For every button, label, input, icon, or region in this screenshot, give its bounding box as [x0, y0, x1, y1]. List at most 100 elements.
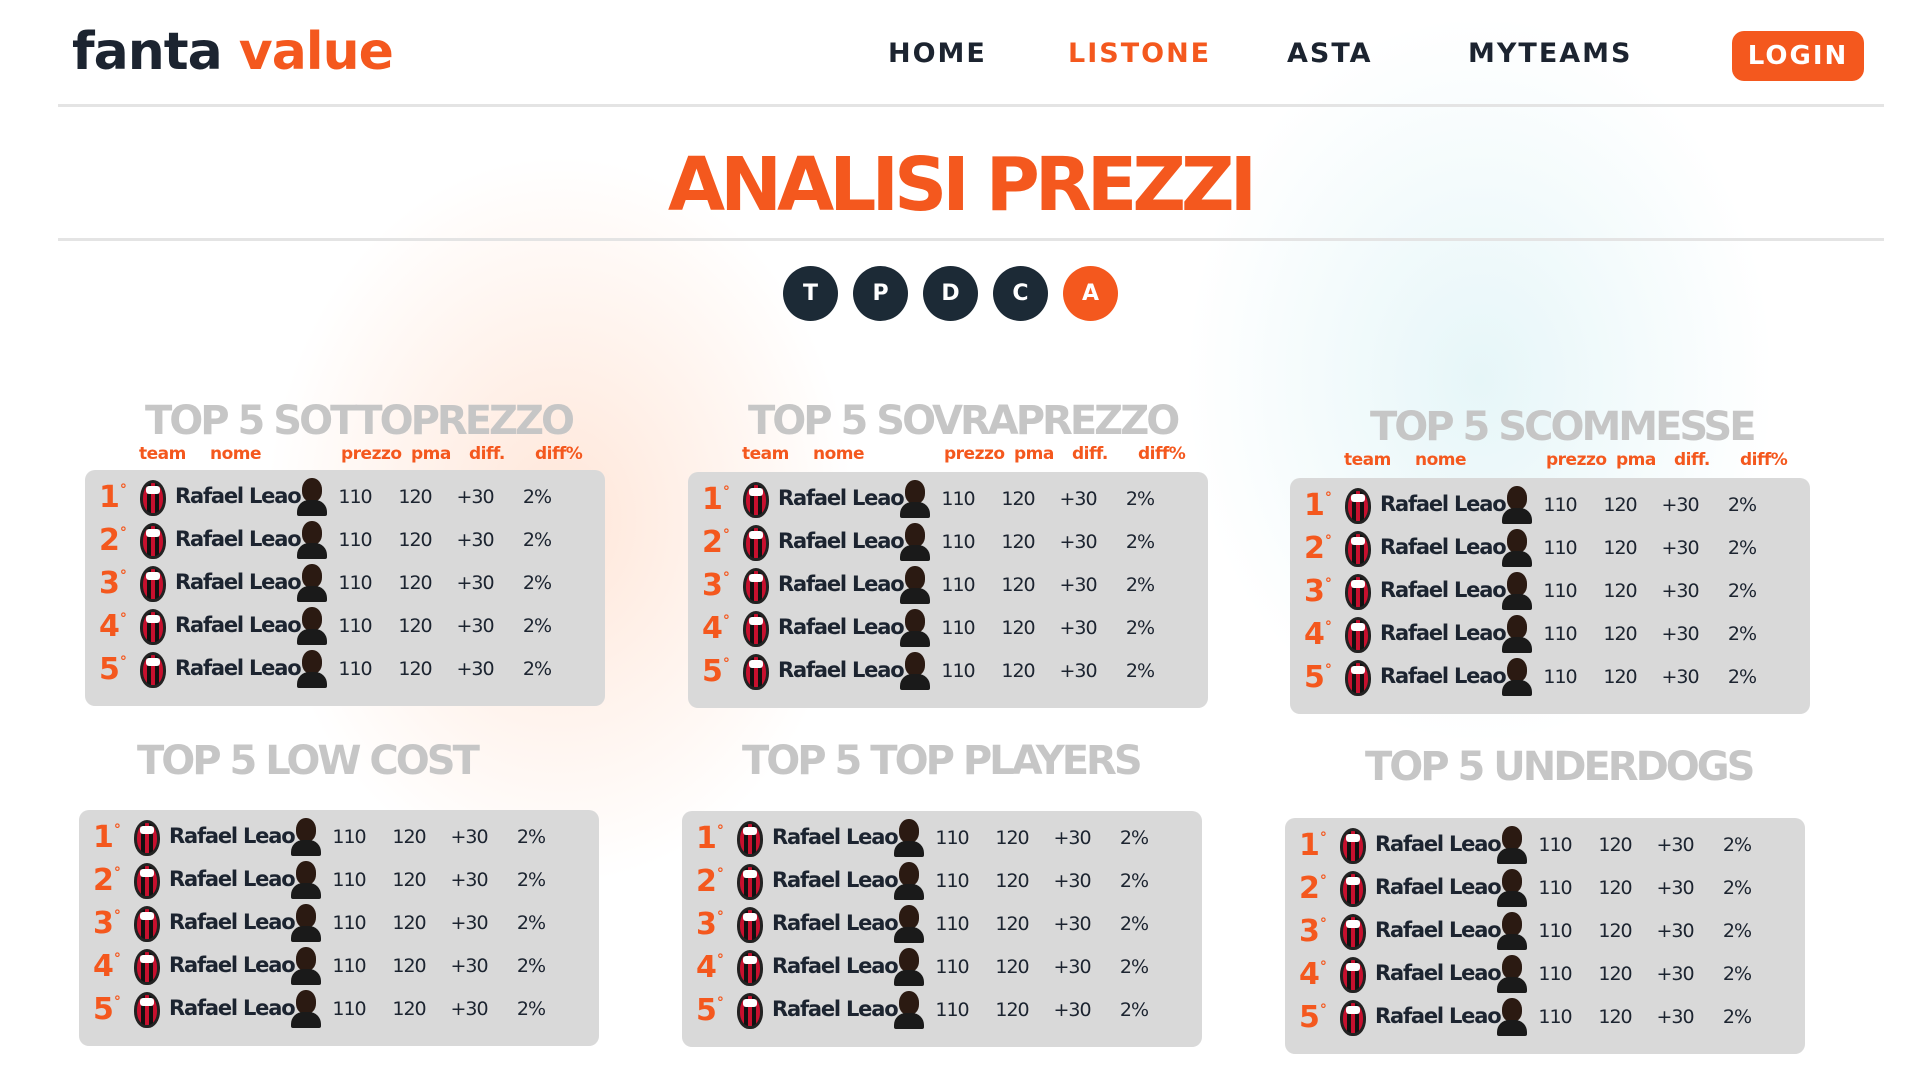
table-row[interactable]: 1° Rafael Leao 110 120 +30 2%: [1290, 484, 1810, 527]
avatar-head: [899, 948, 919, 972]
table-row[interactable]: 3° Rafael Leao 110 120 +30 2%: [79, 902, 599, 945]
player-name[interactable]: Rafael Leao: [1375, 1004, 1502, 1028]
column-header[interactable]: prezzo: [944, 444, 1005, 464]
player-name[interactable]: Rafael Leao: [169, 953, 296, 977]
table-row[interactable]: 1° Rafael Leao 110 120 +30 2%: [1285, 824, 1805, 867]
table-row[interactable]: 4° Rafael Leao 110 120 +30 2%: [85, 605, 605, 648]
table-row[interactable]: 5° Rafael Leao 110 120 +30 2%: [1285, 996, 1805, 1039]
table-row[interactable]: 1° Rafael Leao 110 120 +30 2%: [79, 816, 599, 859]
table-row[interactable]: 4° Rafael Leao 110 120 +30 2%: [682, 946, 1202, 989]
player-name[interactable]: Rafael Leao: [778, 615, 905, 639]
player-name[interactable]: Rafael Leao: [169, 867, 296, 891]
player-name[interactable]: Rafael Leao: [778, 529, 905, 553]
filter-p-button[interactable]: P: [853, 266, 908, 321]
rank-number: 5: [99, 652, 120, 687]
column-header[interactable]: diff%: [1740, 450, 1788, 470]
table-row[interactable]: 5° Rafael Leao 110 120 +30 2%: [1290, 656, 1810, 699]
column-header[interactable]: diff%: [535, 444, 583, 464]
player-name[interactable]: Rafael Leao: [1380, 621, 1507, 645]
player-name[interactable]: Rafael Leao: [1375, 875, 1502, 899]
table-row[interactable]: 2° Rafael Leao 110 120 +30 2%: [1285, 867, 1805, 910]
nav-myteams[interactable]: MYTEAMS: [1468, 38, 1633, 69]
player-name[interactable]: Rafael Leao: [175, 570, 302, 594]
player-name[interactable]: Rafael Leao: [778, 572, 905, 596]
column-header[interactable]: prezzo: [341, 444, 402, 464]
player-name[interactable]: Rafael Leao: [1380, 535, 1507, 559]
table-row[interactable]: 4° Rafael Leao 110 120 +30 2%: [688, 607, 1208, 650]
player-name[interactable]: Rafael Leao: [1380, 492, 1507, 516]
table-row[interactable]: 2° Rafael Leao 110 120 +30 2%: [85, 519, 605, 562]
cell-diffp: 2%: [516, 998, 546, 1020]
table-row[interactable]: 3° Rafael Leao 110 120 +30 2%: [1285, 910, 1805, 953]
table-row[interactable]: 2° Rafael Leao 110 120 +30 2%: [682, 860, 1202, 903]
player-name[interactable]: Rafael Leao: [175, 484, 302, 508]
column-header[interactable]: diff.: [1674, 450, 1710, 470]
table-row[interactable]: 2° Rafael Leao 110 120 +30 2%: [688, 521, 1208, 564]
table-row[interactable]: 3° Rafael Leao 110 120 +30 2%: [688, 564, 1208, 607]
player-name[interactable]: Rafael Leao: [169, 996, 296, 1020]
rank-number: 1: [1304, 488, 1325, 523]
table-row[interactable]: 1° Rafael Leao 110 120 +30 2%: [688, 478, 1208, 521]
table-row[interactable]: 4° Rafael Leao 110 120 +30 2%: [1290, 613, 1810, 656]
column-header[interactable]: pma: [1616, 450, 1656, 470]
nav-home[interactable]: HOME: [888, 38, 987, 69]
column-header[interactable]: diff%: [1138, 444, 1186, 464]
column-header[interactable]: nome: [1415, 450, 1467, 470]
player-name[interactable]: Rafael Leao: [772, 954, 899, 978]
title-divider: [58, 238, 1884, 241]
table-row[interactable]: 2° Rafael Leao 110 120 +30 2%: [79, 859, 599, 902]
player-name[interactable]: Rafael Leao: [778, 658, 905, 682]
player-name[interactable]: Rafael Leao: [772, 911, 899, 935]
avatar-head: [296, 818, 316, 842]
cell-diffp: 2%: [516, 955, 546, 977]
table-row[interactable]: 1° Rafael Leao 110 120 +30 2%: [85, 476, 605, 519]
player-name[interactable]: Rafael Leao: [175, 613, 302, 637]
table-row[interactable]: 5° Rafael Leao 110 120 +30 2%: [682, 989, 1202, 1032]
player-name[interactable]: Rafael Leao: [175, 656, 302, 680]
player-name[interactable]: Rafael Leao: [1375, 832, 1502, 856]
nav-listone[interactable]: LISTONE: [1068, 38, 1211, 69]
player-name[interactable]: Rafael Leao: [1375, 961, 1502, 985]
filter-t-button[interactable]: T: [783, 266, 838, 321]
player-name[interactable]: Rafael Leao: [772, 825, 899, 849]
player-name[interactable]: Rafael Leao: [1375, 918, 1502, 942]
filter-c-button[interactable]: C: [993, 266, 1048, 321]
rank-suffix: °: [716, 823, 724, 839]
column-header[interactable]: pma: [411, 444, 451, 464]
column-header[interactable]: diff.: [469, 444, 505, 464]
table-row[interactable]: 3° Rafael Leao 110 120 +30 2%: [682, 903, 1202, 946]
table-row[interactable]: 5° Rafael Leao 110 120 +30 2%: [85, 648, 605, 691]
table-row[interactable]: 5° Rafael Leao 110 120 +30 2%: [79, 988, 599, 1031]
column-header[interactable]: diff.: [1072, 444, 1108, 464]
role-filter-group: T P D C A: [783, 266, 1118, 321]
column-header[interactable]: nome: [210, 444, 262, 464]
column-header[interactable]: team: [139, 444, 186, 464]
login-button[interactable]: LOGIN: [1732, 31, 1864, 81]
player-name[interactable]: Rafael Leao: [169, 824, 296, 848]
filter-d-button[interactable]: D: [923, 266, 978, 321]
column-header[interactable]: nome: [813, 444, 865, 464]
player-name[interactable]: Rafael Leao: [778, 486, 905, 510]
column-header[interactable]: pma: [1014, 444, 1054, 464]
table-row[interactable]: 5° Rafael Leao 110 120 +30 2%: [688, 650, 1208, 693]
table-row[interactable]: 3° Rafael Leao 110 120 +30 2%: [1290, 570, 1810, 613]
player-name[interactable]: Rafael Leao: [175, 527, 302, 551]
player-name[interactable]: Rafael Leao: [772, 868, 899, 892]
player-name[interactable]: Rafael Leao: [1380, 578, 1507, 602]
column-header[interactable]: team: [1344, 450, 1391, 470]
column-header[interactable]: team: [742, 444, 789, 464]
table-row[interactable]: 1° Rafael Leao 110 120 +30 2%: [682, 817, 1202, 860]
table-row[interactable]: 2° Rafael Leao 110 120 +30 2%: [1290, 527, 1810, 570]
avatar-head: [296, 904, 316, 928]
table-row[interactable]: 4° Rafael Leao 110 120 +30 2%: [1285, 953, 1805, 996]
table-row[interactable]: 3° Rafael Leao 110 120 +30 2%: [85, 562, 605, 605]
nav-asta[interactable]: ASTA: [1287, 38, 1373, 69]
player-name[interactable]: Rafael Leao: [169, 910, 296, 934]
filter-a-button[interactable]: A: [1063, 266, 1118, 321]
table-row[interactable]: 4° Rafael Leao 110 120 +30 2%: [79, 945, 599, 988]
player-name[interactable]: Rafael Leao: [1380, 664, 1507, 688]
column-header[interactable]: prezzo: [1546, 450, 1607, 470]
player-name[interactable]: Rafael Leao: [772, 997, 899, 1021]
cell-diff: +30: [1656, 920, 1694, 942]
cell-pma: 120: [392, 955, 426, 977]
